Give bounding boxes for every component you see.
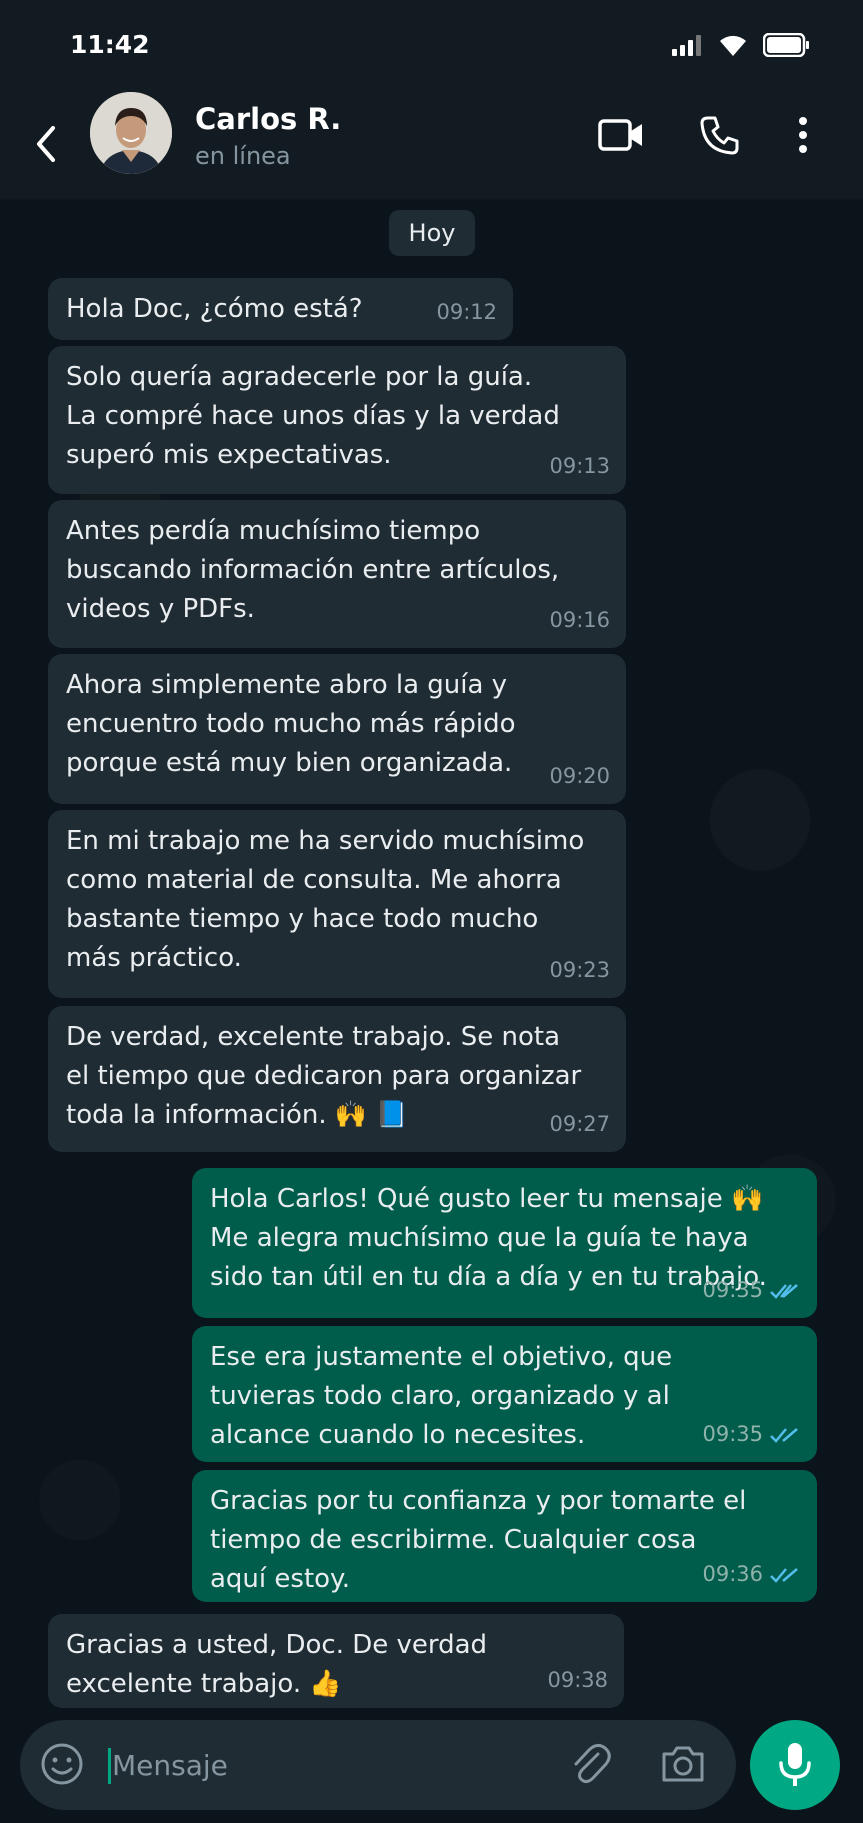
avatar-image <box>90 92 172 174</box>
video-call-button[interactable] <box>598 110 644 160</box>
avatar[interactable] <box>90 92 172 174</box>
message-outgoing[interactable]: Ese era justamente el objetivo, que tuvi… <box>192 1326 817 1462</box>
message-meta: 09:20 <box>549 757 610 796</box>
message-incoming[interactable]: Gracias a usted, Doc. De verdad excelent… <box>48 1614 624 1708</box>
message-incoming[interactable]: Antes perdía muchísimo tiempo buscando i… <box>48 500 626 648</box>
camera-icon <box>662 1746 704 1782</box>
message-text: De verdad, excelente trabajo. Se nota el… <box>66 1022 582 1130</box>
double-check-icon <box>770 1427 798 1443</box>
status-icons <box>671 32 811 58</box>
message-time: 09:35 <box>702 1278 763 1302</box>
status-bar: 11:42 <box>0 0 863 92</box>
message-text: Gracias a usted, Doc. De verdad excelent… <box>66 1630 488 1699</box>
message-text: Solo quería agradecerle por la guía. La … <box>66 362 560 470</box>
message-meta: 09:23 <box>549 951 610 990</box>
battery-icon <box>763 33 809 57</box>
message-text: Hola Doc, ¿cómo está? <box>66 294 363 324</box>
double-check-icon <box>770 1567 798 1583</box>
date-label: Hoy <box>389 210 475 256</box>
message-text: En mi trabajo me ha servido muchísimo co… <box>66 826 585 973</box>
paperclip-icon <box>574 1743 611 1784</box>
double-check-icon <box>770 1283 798 1299</box>
emoji-button[interactable] <box>38 1740 86 1792</box>
attach-button[interactable] <box>568 1740 612 1792</box>
message-incoming[interactable]: De verdad, excelente trabajo. Se nota el… <box>48 1006 626 1152</box>
message-meta: 09:13 <box>549 447 610 486</box>
message-incoming[interactable]: En mi trabajo me ha servido muchísimo co… <box>48 810 626 998</box>
wifi-icon <box>720 35 746 56</box>
more-vertical-icon <box>799 117 807 153</box>
message-meta: 09:35 <box>702 1415 801 1454</box>
message-meta: 09:35 <box>702 1271 801 1310</box>
chevron-left-icon <box>37 126 55 162</box>
voice-call-button[interactable] <box>700 110 740 160</box>
message-input[interactable] <box>112 1740 552 1790</box>
message-meta: 09:36 <box>702 1555 801 1594</box>
message-incoming[interactable]: Solo quería agradecerle por la guía. La … <box>48 346 626 494</box>
message-time: 09:20 <box>549 764 610 788</box>
back-button[interactable] <box>26 114 66 174</box>
message-incoming[interactable]: Hola Doc, ¿cómo está? 09:12 <box>48 278 513 340</box>
message-incoming[interactable]: Ahora simplemente abro la guía y encuent… <box>48 654 626 804</box>
message-time: 09:35 <box>702 1422 763 1446</box>
camera-button[interactable] <box>660 1742 706 1790</box>
phone-icon <box>700 116 739 155</box>
contact-name[interactable]: Carlos R. <box>195 102 341 136</box>
chat-area[interactable]: Hoy Hola Doc, ¿cómo está? 09:12 Solo que… <box>0 200 863 1720</box>
message-time: 09:36 <box>702 1562 763 1586</box>
message-meta: 09:16 <box>549 601 610 640</box>
message-text: Ahora simplemente abro la guía y encuent… <box>66 670 516 778</box>
chat-header: Carlos R. en línea <box>0 92 863 200</box>
message-text: Antes perdía muchísimo tiempo buscando i… <box>66 516 560 624</box>
message-time: 09:13 <box>549 454 610 478</box>
message-time: 09:38 <box>547 1668 608 1692</box>
more-options-button[interactable] <box>796 110 810 160</box>
video-camera-icon <box>598 119 642 151</box>
message-meta: 09:27 <box>549 1105 610 1144</box>
emoji-icon <box>41 1743 83 1785</box>
message-meta: 09:38 <box>547 1661 608 1700</box>
message-outgoing[interactable]: Gracias por tu confianza y por tomarte e… <box>192 1470 817 1602</box>
microphone-icon <box>779 1743 811 1786</box>
status-time: 11:42 <box>70 30 150 59</box>
message-time: 09:23 <box>549 958 610 982</box>
message-meta: 09:12 <box>436 293 497 332</box>
signal-icon <box>672 35 701 56</box>
text-caret <box>108 1748 111 1784</box>
contact-status: en línea <box>195 142 291 170</box>
voice-record-button[interactable] <box>750 1720 840 1810</box>
message-time: 09:12 <box>436 300 497 324</box>
message-time: 09:27 <box>549 1112 610 1136</box>
message-time: 09:16 <box>549 608 610 632</box>
message-composer <box>20 1720 736 1810</box>
message-outgoing[interactable]: Hola Carlos! Qué gusto leer tu mensaje 🙌… <box>192 1168 817 1318</box>
